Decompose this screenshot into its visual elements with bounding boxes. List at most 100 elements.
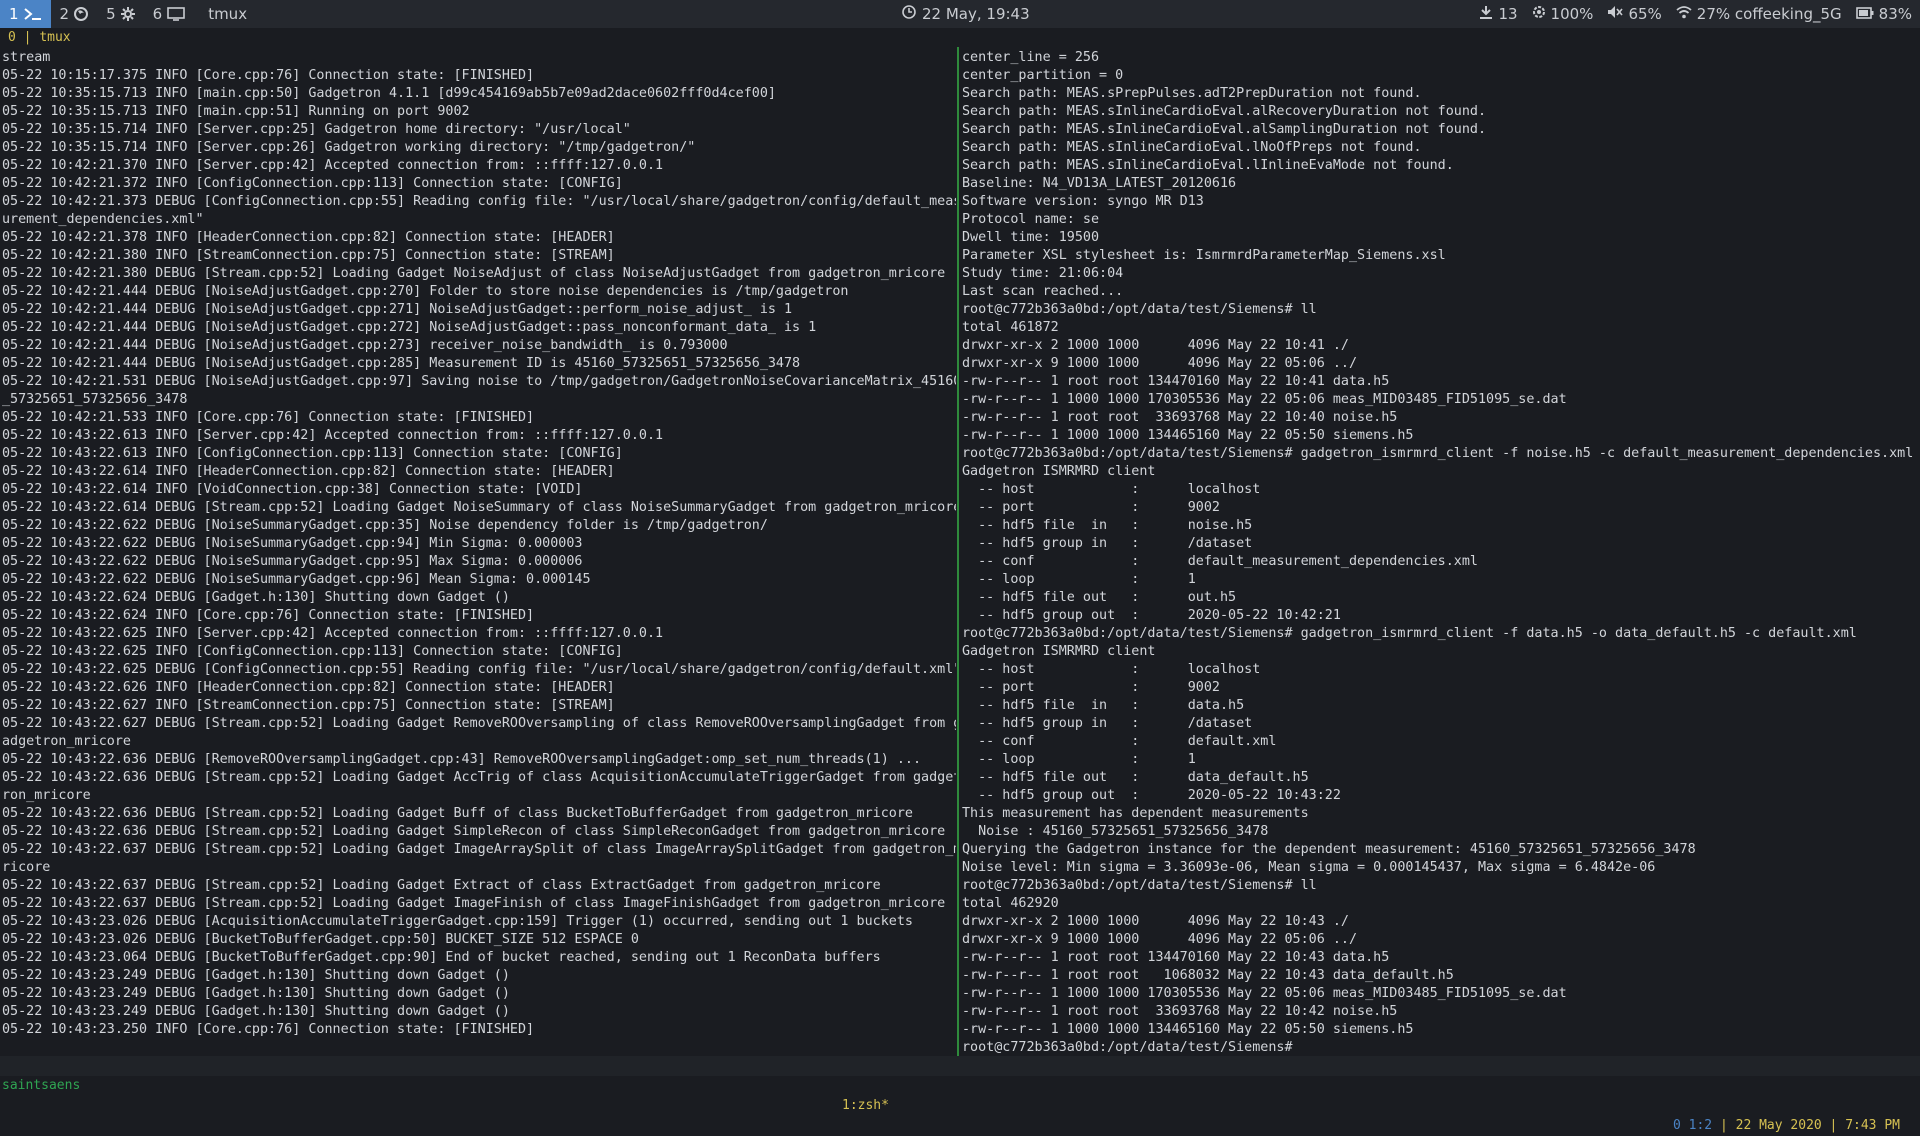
downloads-indicator[interactable]: 13 — [1479, 5, 1518, 23]
terminal-line: 05-22 10:43:23.250 INFO [Core.cpp:76] Co… — [2, 1022, 535, 1037]
terminal-line: -- loop : 1 — [962, 572, 1196, 587]
terminal-line: 05-22 10:43:23.249 DEBUG [Gadget.h:130] … — [2, 968, 510, 983]
terminal-line: 05-22 10:43:23.249 DEBUG [Gadget.h:130] … — [2, 986, 510, 1001]
workspace-6[interactable]: 6 — [144, 0, 195, 28]
download-icon — [1479, 5, 1493, 23]
window-title: tmux — [208, 5, 248, 23]
terminal-line: 05-22 10:43:22.614 INFO [HeaderConnectio… — [2, 464, 615, 479]
terminal-line: 05-22 10:43:22.636 DEBUG [Stream.cpp:52]… — [2, 770, 956, 785]
top-bar: 1 2 5 6 tmux 22 May, 19:43 13 100% 65% 2… — [0, 0, 1920, 28]
tmux-separator: | — [1719, 1118, 1728, 1133]
terminal-line: -- hdf5 group out : 2020-05-22 10:42:21 — [962, 608, 1341, 623]
battery-indicator[interactable]: 83% — [1855, 5, 1912, 23]
workspace-2[interactable]: 2 — [51, 0, 98, 28]
terminal-line: -- conf : default_measurement_dependenci… — [962, 554, 1478, 569]
terminal-line: 05-22 10:43:22.613 INFO [Server.cpp:42] … — [2, 428, 664, 443]
cpu-indicator[interactable]: 100% — [1532, 5, 1594, 23]
tmux-time: 7:43 PM — [1845, 1118, 1900, 1133]
terminal-line: 05-22 10:43:22.627 DEBUG [Stream.cpp:52]… — [2, 716, 956, 731]
battery-value: 83% — [1878, 5, 1912, 23]
terminal-line: 05-22 10:43:22.622 DEBUG [NoiseSummaryGa… — [2, 572, 591, 587]
terminal-line: 05-22 10:43:22.622 DEBUG [NoiseSummaryGa… — [2, 536, 583, 551]
terminal-pane-left[interactable]: stream 05-22 10:15:17.375 INFO [Core.cpp:… — [2, 49, 956, 1057]
terminal-line: Software version: syngo MR D13 — [962, 194, 1204, 209]
volume-value: 65% — [1628, 5, 1662, 23]
session-name[interactable]: tmux — [39, 30, 70, 45]
terminal-line: -- host : localhost — [962, 482, 1261, 497]
clock-icon — [902, 5, 916, 23]
terminal-line: 05-22 10:35:15.714 INFO [Server.cpp:26] … — [2, 140, 696, 155]
terminal-line: 05-22 10:42:21.378 INFO [HeaderConnectio… — [2, 230, 615, 245]
tmux-separator: | — [1829, 1118, 1838, 1133]
terminal-line: 05-22 10:42:21.380 DEBUG [Stream.cpp:52]… — [2, 266, 946, 281]
wifi-indicator[interactable]: 27% coffeeking_5G — [1676, 5, 1842, 23]
session-index[interactable]: 0 — [8, 30, 16, 45]
wifi-icon — [1676, 5, 1692, 23]
terminal-line: Querying the Gadgetron instance for the … — [962, 842, 1696, 857]
terminal-line: 05-22 10:43:22.614 INFO [VoidConnection.… — [2, 482, 583, 497]
terminal-line: 05-22 10:43:22.613 INFO [ConfigConnectio… — [2, 446, 623, 461]
terminal-line: 05-22 10:42:21.531 DEBUG [NoiseAdjustGad… — [2, 374, 956, 389]
tmux-status-right: 0 1:2 | 22 May 2020 | 7:43 PM — [1673, 1116, 1900, 1136]
terminal-line: 05-22 10:35:15.714 INFO [Server.cpp:25] … — [2, 122, 631, 137]
terminal-line: ron_mricore — [2, 788, 91, 803]
terminal-line: -- hdf5 group out : 2020-05-22 10:43:22 — [962, 788, 1341, 803]
terminal-line: 05-22 10:43:22.627 INFO [StreamConnectio… — [2, 698, 615, 713]
tmux-pane-position: 0 1:2 — [1673, 1118, 1713, 1133]
terminal-line: root@c772b363a0bd:/opt/data/test/Siemens… — [962, 878, 1317, 893]
tmux-hostname: saintsaens — [2, 1078, 81, 1093]
terminal-line: -rw-r--r-- 1 1000 1000 134465160 May 22 … — [962, 1022, 1414, 1037]
terminal-line: -rw-r--r-- 1 root root 33693768 May 22 1… — [962, 410, 1398, 425]
terminal-line: Last scan reached... — [962, 284, 1124, 299]
terminal-line: drwxr-xr-x 2 1000 1000 4096 May 22 10:43… — [962, 914, 1349, 929]
terminal-line: Noise level: Min sigma = 3.36093e-06, Me… — [962, 860, 1656, 875]
terminal-line: 05-22 10:43:22.636 DEBUG [Stream.cpp:52]… — [2, 824, 946, 839]
terminal-line: -rw-r--r-- 1 1000 1000 170305536 May 22 … — [962, 986, 1567, 1001]
terminal-line: 05-22 10:35:15.713 INFO [main.cpp:50] Ga… — [2, 86, 776, 101]
terminal-line: Search path: MEAS.sPrepPulses.adT2PrepDu… — [962, 86, 1422, 101]
terminal-line: This measurement has dependent measureme… — [962, 806, 1309, 821]
tmux-session-line: 0 | tmux — [0, 28, 1920, 47]
terminal-line: -- hdf5 file out : data_default.h5 — [962, 770, 1309, 785]
tmux-date: 22 May 2020 — [1735, 1118, 1822, 1133]
clock[interactable]: 22 May, 19:43 — [902, 0, 1030, 28]
terminal-line: 05-22 10:43:22.625 INFO [Server.cpp:42] … — [2, 626, 664, 641]
terminal-line: 05-22 10:43:22.622 DEBUG [NoiseSummaryGa… — [2, 554, 583, 569]
terminal-line: -rw-r--r-- 1 root root 33693768 May 22 1… — [962, 1004, 1398, 1019]
terminal-line: 05-22 10:43:22.636 DEBUG [RemoveROOversa… — [2, 752, 922, 767]
terminal-line: 05-22 10:42:21.372 INFO [ConfigConnectio… — [2, 176, 623, 191]
pane-divider[interactable] — [957, 47, 959, 1059]
terminal-line: 05-22 10:43:22.626 INFO [HeaderConnectio… — [2, 680, 615, 695]
terminal-line: 05-22 10:43:22.624 INFO [Core.cpp:76] Co… — [2, 608, 535, 623]
terminal-pane-right[interactable]: center_line = 256 center_partition = 0 Sea… — [962, 49, 1918, 1057]
terminal-line: -- hdf5 file in : noise.h5 — [962, 518, 1253, 533]
terminal-line: -rw-r--r-- 1 1000 1000 134465160 May 22 … — [962, 428, 1414, 443]
terminal-line: 05-22 10:43:22.614 DEBUG [Stream.cpp:52]… — [2, 500, 956, 515]
battery-icon — [1855, 5, 1874, 23]
terminal-line: 05-22 10:43:23.026 DEBUG [AcquisitionAcc… — [2, 914, 913, 929]
workspace-number: 2 — [59, 5, 70, 23]
workspace-5[interactable]: 5 — [97, 0, 144, 28]
terminal-line: -- host : localhost — [962, 662, 1261, 677]
terminal-line: ricore — [2, 860, 51, 875]
terminal-line: center_line = 256 — [962, 50, 1100, 65]
terminal-line: 05-22 10:42:21.444 DEBUG [NoiseAdjustGad… — [2, 320, 817, 335]
terminal-line: 05-22 10:43:22.622 DEBUG [NoiseSummaryGa… — [2, 518, 768, 533]
terminal-line: 05-22 10:35:15.713 INFO [main.cpp:51] Ru… — [2, 104, 470, 119]
terminal-line: Gadgetron ISMRMRD client — [962, 464, 1156, 479]
terminal-line: -rw-r--r-- 1 root root 134470160 May 22 … — [962, 374, 1390, 389]
terminal-line: 05-22 10:43:23.064 DEBUG [BucketToBuffer… — [2, 950, 881, 965]
session-separator: | — [23, 30, 32, 45]
volume-indicator[interactable]: 65% — [1607, 5, 1662, 23]
terminal-line: drwxr-xr-x 9 1000 1000 4096 May 22 05:06… — [962, 932, 1358, 947]
cpu-value: 100% — [1550, 5, 1594, 23]
workspace-number: 5 — [106, 5, 116, 23]
terminal-line: adgetron_mricore — [2, 734, 131, 749]
workspace-1[interactable]: 1 — [0, 0, 51, 28]
workspace-number: 1 — [9, 5, 19, 23]
tmux-window-tab[interactable]: 1:zsh* — [842, 1096, 889, 1116]
terminal-line: -- hdf5 file out : out.h5 — [962, 590, 1237, 605]
terminal-line: 05-22 10:42:21.444 DEBUG [NoiseAdjustGad… — [2, 356, 801, 371]
terminal-line: -rw-r--r-- 1 1000 1000 170305536 May 22 … — [962, 392, 1567, 407]
terminal-line: root@c772b363a0bd:/opt/data/test/Siemens… — [962, 302, 1317, 317]
